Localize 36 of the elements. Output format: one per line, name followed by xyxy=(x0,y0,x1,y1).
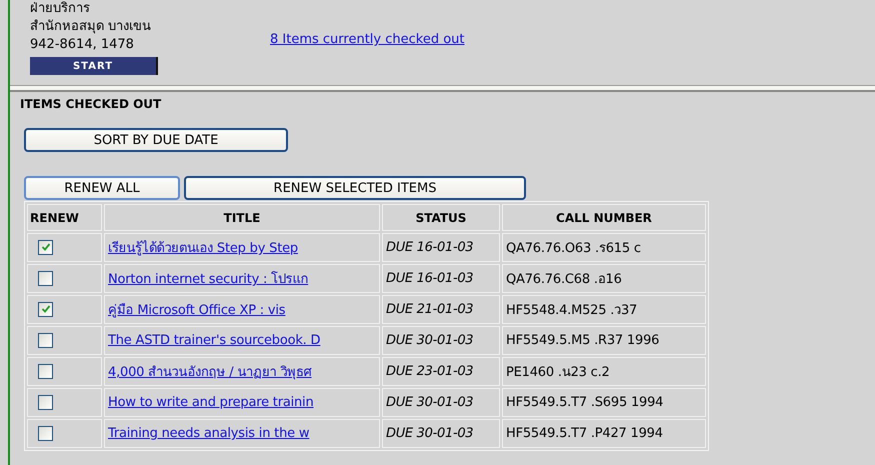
status-cell: DUE 16-01-03 xyxy=(382,264,500,293)
status-cell: DUE 23-01-03 xyxy=(382,357,500,386)
checkbox[interactable] xyxy=(38,240,53,255)
call-number-cell: HF5549.5.T7 .P427 1994 xyxy=(502,419,706,448)
sort-button[interactable]: SORT BY DUE DATE xyxy=(24,128,288,152)
checkbox[interactable] xyxy=(38,302,53,317)
section-title: ITEMS CHECKED OUT xyxy=(19,96,162,111)
checkbox[interactable] xyxy=(38,270,53,286)
call-number-cell: HF5549.5.T7 .S695 1994 xyxy=(502,388,706,417)
call-number-cell: PE1460 .น23 c.2 xyxy=(502,357,706,386)
checkmark-icon xyxy=(40,304,50,314)
call-number-cell: QA76.76.C68 .อ16 xyxy=(502,264,706,293)
column-header: TITLE xyxy=(104,204,380,231)
start-button[interactable]: START xyxy=(30,57,158,75)
column-header: STATUS xyxy=(382,204,500,231)
call-number-cell: HF5549.5.M5 .R37 1996 xyxy=(502,326,706,355)
status-cell: DUE 30-01-03 xyxy=(382,419,500,448)
status-cell: DUE 30-01-03 xyxy=(382,388,500,417)
status-cell: DUE 30-01-03 xyxy=(382,326,500,355)
checked-out-link[interactable]: 8 Items currently checked out xyxy=(270,32,465,47)
contact-text: 942-8614, 1478 xyxy=(30,36,135,54)
status-cell: DUE 16-01-03 xyxy=(382,233,500,262)
checkbox[interactable] xyxy=(38,332,53,348)
column-header: RENEW xyxy=(27,204,102,231)
call-number-cell: HF5548.4.M525 .ว37 xyxy=(502,295,706,324)
column-header: CALL NUMBER xyxy=(502,204,706,231)
renew-button[interactable]: RENEW SELECTED ITEMS xyxy=(184,176,526,200)
status-cell: DUE 21-01-03 xyxy=(382,295,500,324)
contact-text: สำนักหอสมุด บางเขน xyxy=(30,18,152,36)
checkmark-icon xyxy=(40,242,50,252)
checkbox[interactable] xyxy=(38,394,53,410)
contact-text: ฝ่ายบริการ xyxy=(30,0,91,18)
call-number-cell: QA76.76.O63 .ร615 c xyxy=(502,233,706,262)
checkbox[interactable] xyxy=(38,364,53,379)
checkbox[interactable] xyxy=(38,426,53,441)
renew-button[interactable]: RENEW ALL xyxy=(24,176,180,200)
